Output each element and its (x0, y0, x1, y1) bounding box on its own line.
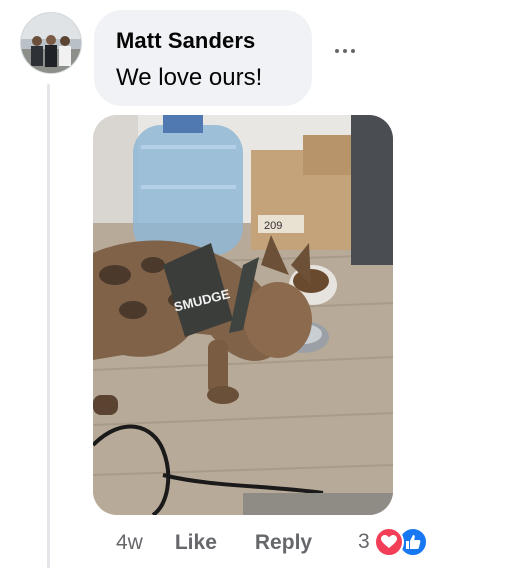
thread-line (47, 84, 50, 568)
comment-actions: 4w Like Reply (116, 528, 350, 558)
comment-text: We love ours! (116, 64, 263, 91)
avatar-photo (21, 13, 81, 73)
more-options-icon[interactable] (330, 43, 360, 59)
comment-photo[interactable]: 209 SMUDGE (93, 115, 393, 515)
love-icon (373, 527, 404, 557)
avatar[interactable] (20, 12, 82, 74)
dog-eating-image: 209 SMUDGE (93, 115, 393, 515)
comment-timestamp[interactable]: 4w (116, 531, 143, 555)
reaction-summary[interactable]: 3 (358, 526, 428, 558)
comment-author[interactable]: Matt Sanders (116, 27, 290, 55)
reply-button[interactable]: Reply (255, 531, 312, 555)
reaction-count: 3 (358, 530, 370, 553)
like-button[interactable]: Like (175, 531, 217, 555)
comment-bubble: Matt Sanders We love ours! (94, 10, 312, 106)
box-label: 209 (264, 220, 282, 232)
